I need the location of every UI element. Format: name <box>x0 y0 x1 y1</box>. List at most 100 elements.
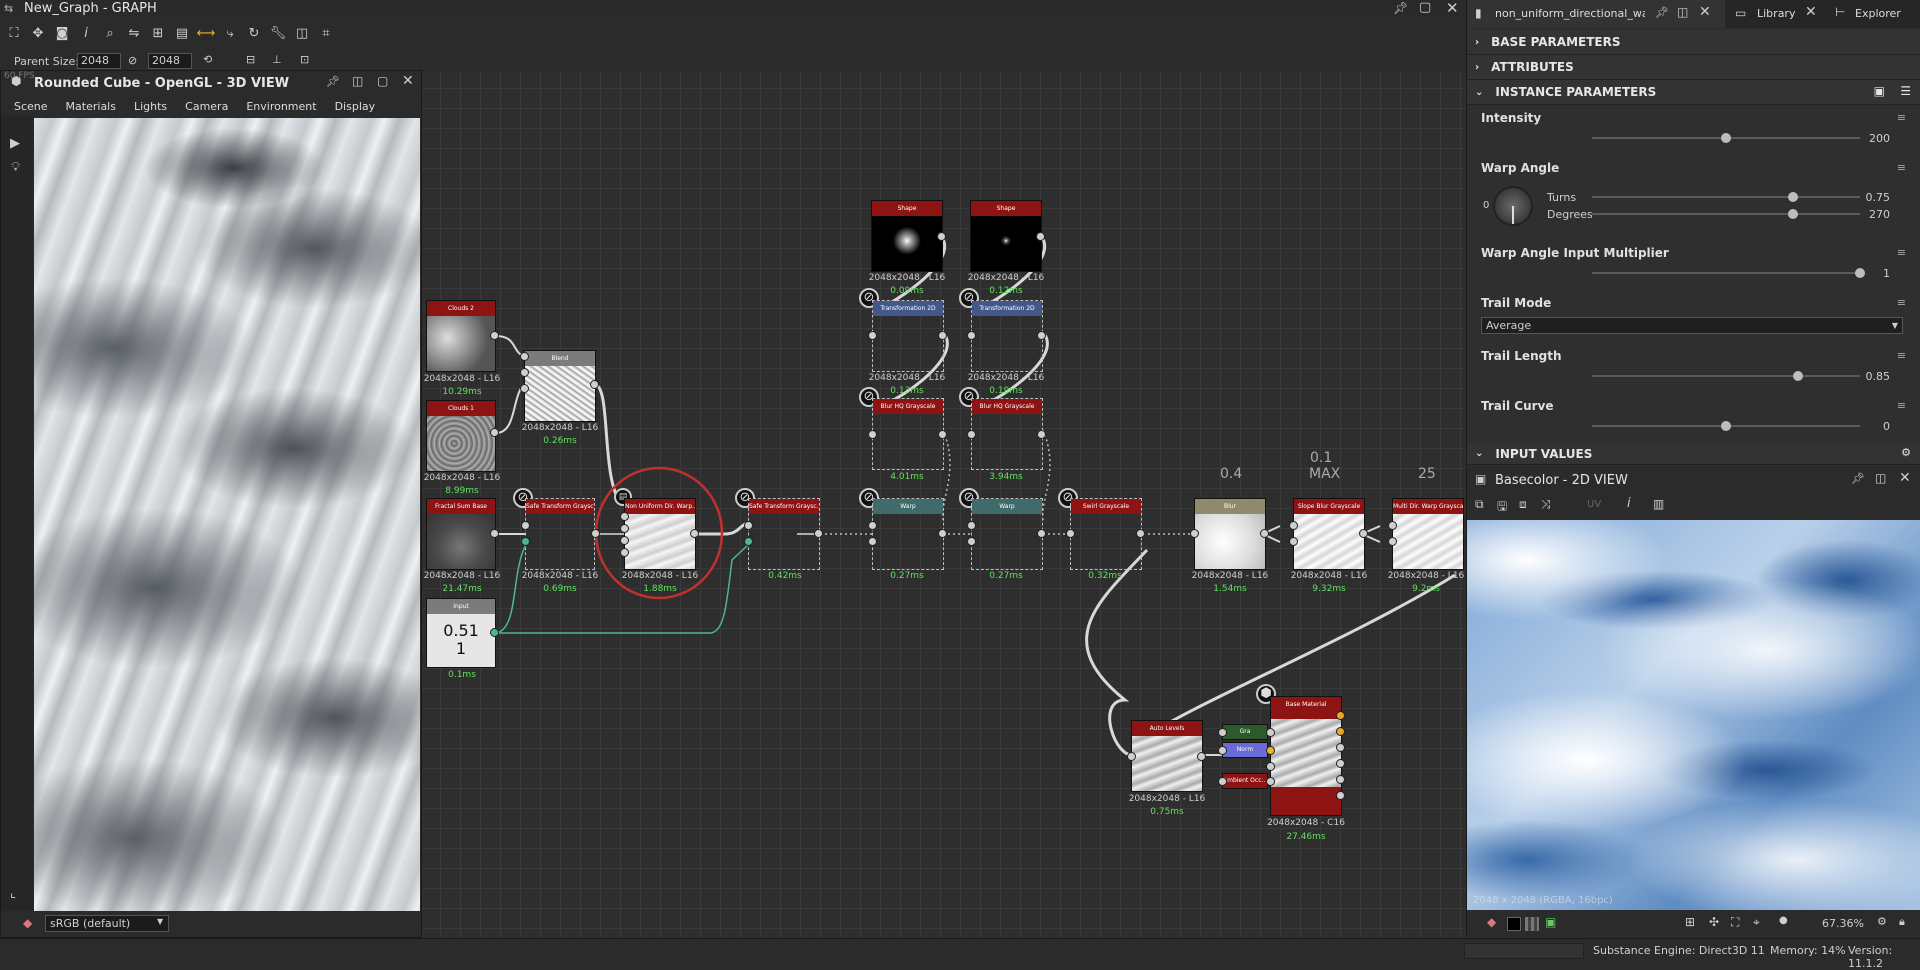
save-icon[interactable]: 🖫︎ <box>1497 497 1507 518</box>
output-port[interactable] <box>1260 529 1269 538</box>
uv-toggle[interactable]: UV <box>1587 499 1601 510</box>
node-clouds-1[interactable]: Clouds 1 <box>426 400 496 472</box>
input-port[interactable] <box>1218 746 1227 755</box>
preset-icon[interactable]: ▣ <box>1874 84 1885 98</box>
info-icon[interactable]: i <box>1627 496 1631 511</box>
menu-scene[interactable]: Scene <box>14 100 48 113</box>
expose-icon[interactable]: ≡ <box>1897 399 1906 412</box>
output-port[interactable] <box>1037 430 1046 439</box>
input-port[interactable] <box>521 537 530 546</box>
input-port[interactable] <box>1266 777 1275 786</box>
warp-multiplier-value[interactable]: 1 <box>1883 267 1890 280</box>
input-port[interactable] <box>1190 529 1199 538</box>
turns-slider[interactable] <box>1592 192 1860 202</box>
menu-lights[interactable]: Lights <box>134 100 167 113</box>
degrees-value[interactable]: 270 <box>1869 208 1890 221</box>
tab-library[interactable]: ▭ Library ✕ <box>1727 0 1827 28</box>
node-fractal-sum-base[interactable]: Fractal Sum Base <box>426 498 496 570</box>
expose-icon[interactable]: ≡ <box>1897 111 1906 124</box>
output-port[interactable] <box>1336 727 1345 736</box>
export-icon[interactable]: ⧈ <box>1519 497 1527 512</box>
close-icon[interactable]: ✕ <box>402 73 414 89</box>
output-port[interactable] <box>1336 791 1345 800</box>
warp-multiplier-slider[interactable] <box>1592 268 1865 278</box>
input-port[interactable] <box>620 512 629 521</box>
node-blur-hq-1[interactable]: Blur HQ Grayscale <box>872 398 944 470</box>
input-port[interactable] <box>744 521 753 530</box>
input-port[interactable] <box>520 352 529 361</box>
close-icon[interactable]: ✕ <box>1899 470 1911 486</box>
menu-display[interactable]: Display <box>335 100 376 113</box>
input-port[interactable] <box>868 331 877 340</box>
expose-icon[interactable]: ≡ <box>1897 246 1906 259</box>
input-port[interactable] <box>868 521 877 530</box>
input-port[interactable] <box>620 548 629 557</box>
input-port[interactable] <box>967 537 976 546</box>
zoom-settings-icon[interactable]: ⚙ <box>1877 915 1887 928</box>
node-shape-1[interactable]: Shape <box>871 200 943 272</box>
fit-icon[interactable]: ⛶ <box>1731 915 1739 930</box>
center-icon[interactable]: ⌖ <box>1753 915 1760 930</box>
menu-environment[interactable]: Environment <box>246 100 316 113</box>
output-port[interactable] <box>1336 711 1345 720</box>
slider-knob[interactable] <box>1855 268 1865 278</box>
output-port[interactable] <box>590 380 599 389</box>
input-port[interactable] <box>967 521 976 530</box>
view3d-viewport[interactable] <box>34 118 420 911</box>
trail-curve-slider[interactable] <box>1592 421 1860 431</box>
output-port[interactable] <box>490 428 499 437</box>
slider-knob[interactable] <box>1721 133 1731 143</box>
share-icon[interactable]: ⤨ <box>1541 497 1551 512</box>
input-port[interactable] <box>520 368 529 377</box>
view2d-viewport[interactable]: 2048 x 2048 (RGBA, 16bpc) <box>1467 520 1920 910</box>
section-base-parameters[interactable]: › BASE PARAMETERS <box>1467 30 1920 55</box>
input-port[interactable] <box>1127 752 1136 761</box>
restore-icon[interactable]: ◫ <box>1677 5 1688 19</box>
output-port[interactable] <box>938 430 947 439</box>
input-port[interactable] <box>1388 521 1397 530</box>
node-swirl[interactable]: Swirl Grayscale <box>1070 498 1142 570</box>
node-blend[interactable]: Blend <box>524 350 596 422</box>
pin-icon[interactable]: 📌︎ <box>1851 472 1865 485</box>
turns-value[interactable]: 0.75 <box>1866 191 1891 204</box>
tab-non-uniform[interactable]: ▮ non_uniform_directional_war... 📌︎ ◫ ✕ <box>1467 0 1725 28</box>
output-port[interactable] <box>490 331 499 340</box>
node-small-gra[interactable]: Gra <box>1222 724 1268 740</box>
slider-knob[interactable] <box>1721 421 1731 431</box>
node-blur-hq-2[interactable]: Blur HQ Grayscale <box>971 398 1043 470</box>
input-port[interactable] <box>1218 728 1227 737</box>
rgba-channels-icon[interactable]: ▣ <box>1545 915 1556 929</box>
output-port[interactable] <box>1037 529 1046 538</box>
output-port[interactable] <box>1336 743 1345 752</box>
close-icon[interactable]: ✕ <box>1805 4 1817 20</box>
output-port[interactable] <box>1336 759 1345 768</box>
menu-materials[interactable]: Materials <box>66 100 116 113</box>
input-port[interactable] <box>520 384 529 393</box>
input-port[interactable] <box>1266 746 1275 755</box>
output-port[interactable] <box>490 529 499 538</box>
colorspace-select[interactable]: sRGB (default) <box>45 915 169 932</box>
lightbulb-icon[interactable]: 💡︎ <box>11 160 20 175</box>
expose-icon[interactable]: ≡ <box>1897 349 1906 362</box>
input-port[interactable] <box>620 536 629 545</box>
trail-length-slider[interactable] <box>1592 371 1860 381</box>
input-port[interactable] <box>1388 537 1397 546</box>
output-port[interactable] <box>1197 752 1206 761</box>
output-port[interactable] <box>591 529 600 538</box>
trail-mode-select[interactable]: Average ▼ <box>1481 317 1903 334</box>
node-small-ao[interactable]: Ambient Occ... <box>1222 773 1268 789</box>
menu-camera[interactable]: Camera <box>185 100 228 113</box>
tiling-icon[interactable]: ✣ <box>1709 915 1719 929</box>
intensity-slider[interactable] <box>1592 133 1860 143</box>
grid-icon[interactable]: ⊞ <box>1685 915 1695 929</box>
expose-icon[interactable]: ≡ <box>1897 161 1906 174</box>
input-port[interactable] <box>744 537 753 546</box>
pin-icon[interactable]: 📌︎ <box>1655 6 1669 19</box>
section-attributes[interactable]: › ATTRIBUTES <box>1467 55 1920 80</box>
node-blur[interactable]: Blur <box>1194 498 1266 570</box>
node-warp-1[interactable]: Warp <box>872 498 944 570</box>
pin-icon[interactable]: 📌︎ <box>326 75 340 88</box>
maximize-icon[interactable]: ▢ <box>377 74 388 88</box>
close-icon[interactable]: ✕ <box>1699 4 1711 20</box>
node-non-uniform-dir-warp[interactable]: Non Uniform Dir. Warp... <box>624 498 696 570</box>
